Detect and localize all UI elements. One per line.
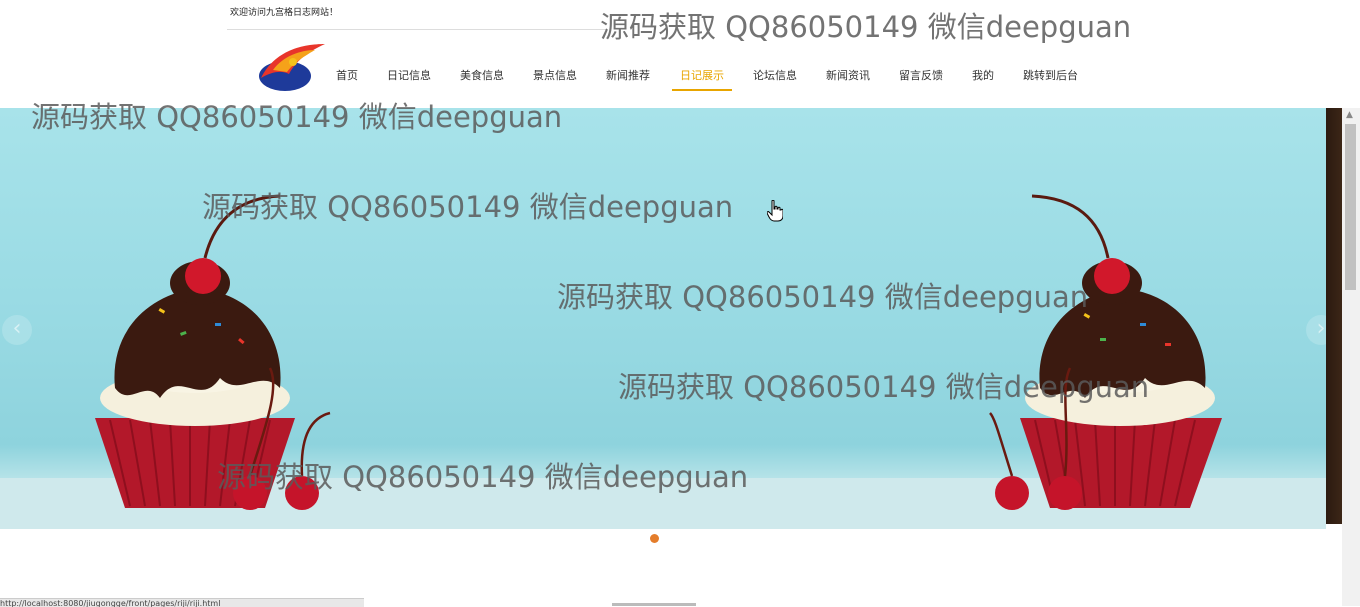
nav-item-admin[interactable]: 跳转到后台: [1023, 56, 1078, 89]
nav-item-home[interactable]: 首页: [336, 56, 358, 89]
banner-image: [0, 194, 1326, 529]
carousel-prev-button[interactable]: ‹: [2, 315, 32, 345]
welcome-text: 欢迎访问九宫格日志网站！: [230, 8, 339, 18]
carousel-dot-active[interactable]: [650, 534, 659, 543]
left-cupcake-illustration: [95, 194, 331, 510]
scrollbar-thumb[interactable]: [1345, 124, 1356, 290]
hand-cursor-icon: [767, 200, 783, 222]
nav-item-scenic-info[interactable]: 景点信息: [533, 56, 577, 89]
vertical-scrollbar[interactable]: ▲: [1342, 108, 1360, 606]
nav-item-news-recommend[interactable]: 新闻推荐: [606, 56, 650, 89]
scroll-up-icon[interactable]: ▲: [1346, 110, 1353, 120]
nav-item-news-info[interactable]: 新闻资讯: [826, 56, 870, 89]
main-nav: 首页 日记信息 美食信息 景点信息 新闻推荐 日记展示 论坛信息 新闻资讯 留言…: [336, 56, 1078, 92]
banner-carousel[interactable]: [0, 108, 1326, 529]
watermark-text: 源码获取 QQ86050149 微信deepguan: [600, 10, 1132, 44]
top-welcome-bar: 欢迎访问九宫格日志网站！: [227, 0, 607, 30]
banner-edge-strip: [1326, 108, 1342, 524]
nav-item-food-info[interactable]: 美食信息: [460, 56, 504, 89]
site-logo[interactable]: [255, 40, 327, 96]
nav-item-diary-display[interactable]: 日记展示: [672, 56, 732, 91]
nav-item-forum-info[interactable]: 论坛信息: [753, 56, 797, 89]
nav-item-diary-info[interactable]: 日记信息: [387, 56, 431, 89]
right-cupcake-illustration: [989, 194, 1222, 510]
nav-item-feedback[interactable]: 留言反馈: [899, 56, 943, 89]
nav-item-mine[interactable]: 我的: [972, 56, 994, 89]
